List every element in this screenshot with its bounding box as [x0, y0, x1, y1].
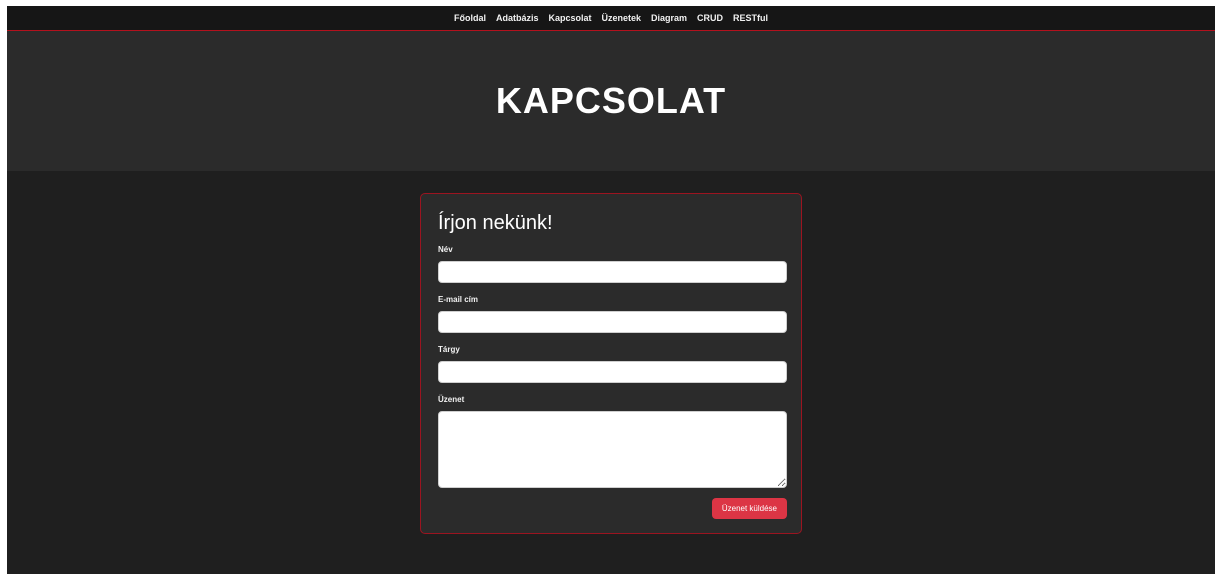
- send-message-button[interactable]: Üzenet küldése: [711, 498, 787, 519]
- message-label: Üzenet: [438, 395, 465, 404]
- nav-link-adatbazis[interactable]: Adatbázis: [491, 13, 544, 23]
- hero-banner: KAPCSOLAT: [7, 31, 1215, 171]
- name-label: Név: [438, 245, 453, 254]
- subject-input[interactable]: [438, 361, 787, 383]
- nav-link-crud[interactable]: CRUD: [692, 13, 728, 23]
- name-input[interactable]: [438, 261, 787, 283]
- email-label: E-mail cím: [438, 295, 479, 304]
- nav-link-diagram[interactable]: Diagram: [646, 13, 692, 23]
- email-input[interactable]: [438, 311, 787, 333]
- message-textarea[interactable]: [438, 411, 787, 488]
- nav-link-fooldal[interactable]: Főoldal: [449, 13, 491, 23]
- page-title: KAPCSOLAT: [495, 80, 727, 121]
- top-navbar: Főoldal Adatbázis Kapcsolat Üzenetek Dia…: [7, 6, 1215, 31]
- form-actions: Üzenet küldése: [438, 498, 787, 519]
- nav-link-kapcsolat[interactable]: Kapcsolat: [543, 13, 596, 23]
- form-title: Írjon nekünk!: [438, 212, 553, 234]
- main-content: Írjon nekünk! Név E-mail cím Tárgy Üzene…: [7, 171, 1215, 574]
- subject-label: Tárgy: [438, 345, 460, 354]
- nav-link-uzenetek[interactable]: Üzenetek: [597, 13, 647, 23]
- nav-link-restful[interactable]: RESTful: [728, 13, 773, 23]
- page-frame: Főoldal Adatbázis Kapcsolat Üzenetek Dia…: [7, 6, 1215, 574]
- contact-form-card: Írjon nekünk! Név E-mail cím Tárgy Üzene…: [420, 193, 802, 534]
